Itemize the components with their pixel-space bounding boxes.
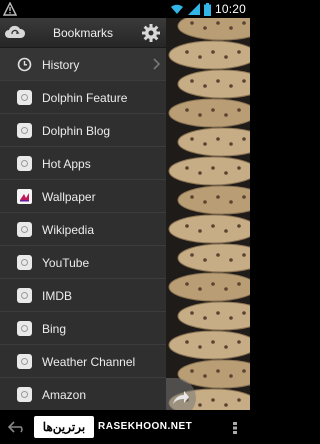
battery-icon <box>203 2 211 16</box>
watermark-logo: برترین‌ها <box>34 416 94 438</box>
bookmark-label: Bing <box>42 322 67 336</box>
bookmark-item-hot-apps[interactable]: Hot Apps <box>0 147 166 180</box>
bookmark-label: Dolphin Blog <box>42 124 111 138</box>
drawer-header: Bookmarks <box>0 18 166 48</box>
share-arrow-icon <box>173 391 189 404</box>
bookmark-favicon-icon <box>17 255 32 270</box>
gear-icon[interactable] <box>141 23 161 43</box>
bookmark-item-wikipedia[interactable]: Wikipedia <box>0 213 166 246</box>
wifi-icon <box>170 4 183 14</box>
bookmark-label: Hot Apps <box>42 157 91 171</box>
bookmark-favicon-icon <box>17 387 32 402</box>
bookmark-item-weather-channel[interactable]: Weather Channel <box>0 345 166 378</box>
background-photo <box>165 18 250 410</box>
clock-time: 10:20 <box>214 2 246 16</box>
bookmark-label: Amazon <box>42 388 87 402</box>
bookmark-label: Wallpaper <box>42 190 96 204</box>
bookmark-label: YouTube <box>42 256 90 270</box>
bookmark-label: Dolphin Feature <box>42 91 128 105</box>
chevron-right-icon <box>153 58 161 70</box>
watermark-text: RASEKHOON.NET <box>98 421 193 432</box>
status-bar: 10:20 <box>0 0 250 18</box>
bookmark-favicon-icon <box>17 288 32 303</box>
warning-icon <box>3 2 17 16</box>
bookmark-favicon-icon <box>17 90 32 105</box>
bookmark-list: History Dolphin Feature Dolphin Blog Hot… <box>0 48 166 410</box>
bookmark-favicon-icon <box>17 222 32 237</box>
bookmark-item-wallpaper[interactable]: Wallpaper <box>0 180 166 213</box>
bookmark-item-dolphin-blog[interactable]: Dolphin Blog <box>0 114 166 147</box>
bookmark-item-bing[interactable]: Bing <box>0 312 166 345</box>
bookmarks-drawer: Bookmarks History Dolphin Feature Dolphi… <box>0 18 166 410</box>
bookmark-label: IMDB <box>42 289 72 303</box>
clock-icon <box>17 57 32 72</box>
bookmark-favicon-icon <box>17 321 32 336</box>
signal-icon <box>187 3 200 15</box>
back-icon[interactable] <box>6 420 28 434</box>
wallpaper-favicon-icon <box>17 189 32 204</box>
bookmark-item-youtube[interactable]: YouTube <box>0 246 166 279</box>
bookmark-favicon-icon <box>17 156 32 171</box>
bookmark-favicon-icon <box>17 123 32 138</box>
navigation-bar: برترین‌ها RASEKHOON.NET <box>0 410 250 444</box>
bookmark-item-dolphin-feature[interactable]: Dolphin Feature <box>0 81 166 114</box>
overflow-menu-icon[interactable] <box>230 422 240 434</box>
bookmark-item-amazon[interactable]: Amazon <box>0 378 166 410</box>
bookmark-label: Wikipedia <box>42 223 95 237</box>
history-label: History <box>42 58 80 72</box>
bookmark-favicon-icon <box>17 354 32 369</box>
history-item[interactable]: History <box>0 48 166 81</box>
bookmark-item-imdb[interactable]: IMDB <box>0 279 166 312</box>
cookies-image <box>165 18 250 410</box>
bookmark-label: Weather Channel <box>42 355 136 369</box>
